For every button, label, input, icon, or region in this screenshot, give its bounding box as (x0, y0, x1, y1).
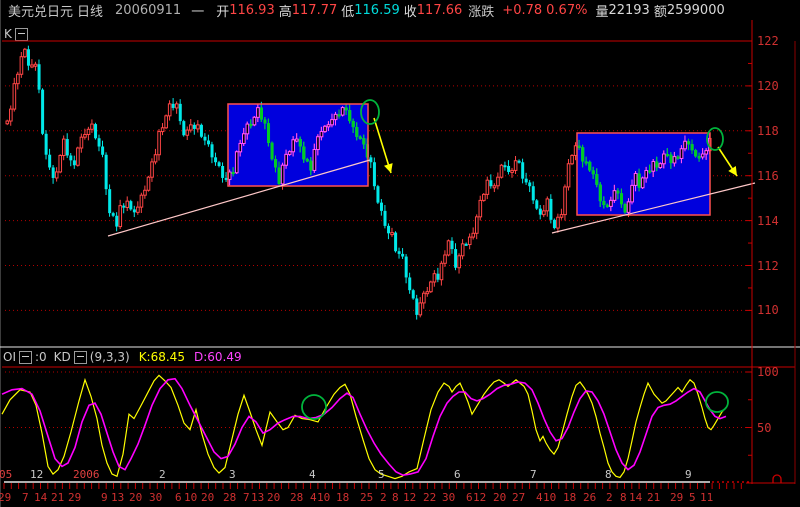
kd-params: (9,3,3) (89, 350, 130, 364)
month-label: 2006 (73, 468, 100, 481)
month-label: 6 (454, 468, 461, 481)
day-label: 30 (442, 491, 456, 504)
day-label: 20 (493, 491, 507, 504)
day-label: 10 (543, 491, 557, 504)
day-label: 29 (670, 491, 684, 504)
day-label: 14 (34, 491, 48, 504)
price-tick-label: 114 (757, 213, 779, 228)
day-label: 14 (629, 491, 643, 504)
day-label: 18 (563, 491, 577, 504)
trading-app-window: 美元兑日元 日线 20060911 一 开 116.93 高 117.77 低 … (0, 0, 800, 507)
day-label: 10 (184, 491, 198, 504)
day-label: 30 (149, 491, 163, 504)
day-label: 9 (101, 491, 108, 504)
month-label: 9 (685, 468, 692, 481)
month-label: 3 (229, 468, 236, 481)
minimize-kd-pane-icon[interactable] (73, 350, 87, 364)
price-tick-label: 116 (757, 168, 779, 183)
kd-indicator-name: KD (53, 350, 71, 364)
day-label: 7 (22, 491, 29, 504)
day-label: 20 (267, 491, 281, 504)
d-value: D:60.49 (193, 350, 242, 364)
day-label: 6 (466, 491, 473, 504)
day-label: 29 (68, 491, 82, 504)
price-tick-label: 118 (757, 123, 779, 138)
price-tick-label: 112 (757, 258, 779, 273)
day-label: 21 (51, 491, 65, 504)
day-label: 10 (317, 491, 331, 504)
oi-indicator-name: OI (3, 350, 16, 364)
day-label: 20 (129, 491, 143, 504)
month-label: 2 (159, 468, 166, 481)
day-label: 6 (175, 491, 182, 504)
day-label: 4 (310, 491, 317, 504)
day-label: 21 (647, 491, 661, 504)
kd-tick-label: 50 (757, 420, 772, 435)
kd-tick-label: 100 (757, 365, 779, 379)
month-label: 4 (309, 468, 316, 481)
month-label: 12 (30, 468, 44, 481)
day-label: 28 (290, 491, 304, 504)
oi-value: :0 (34, 350, 47, 364)
k-value: K:68.45 (138, 350, 185, 364)
price-tick-label: 110 (757, 303, 779, 318)
month-label: 05 (0, 468, 13, 481)
day-label: 20 (201, 491, 215, 504)
day-label: 8 (392, 491, 399, 504)
day-label: 13 (251, 491, 265, 504)
day-label: 28 (223, 491, 237, 504)
day-label: 11 (700, 491, 714, 504)
chart-canvas[interactable] (0, 0, 800, 507)
day-label: 5 (689, 491, 696, 504)
month-label: 5 (378, 468, 385, 481)
day-label: 2 (606, 491, 613, 504)
day-label: 12 (473, 491, 487, 504)
day-label: 8 (620, 491, 627, 504)
month-label: 8 (605, 468, 612, 481)
price-tick-label: 120 (757, 78, 779, 93)
day-label: 12 (403, 491, 417, 504)
day-label: 25 (360, 491, 374, 504)
month-label: 7 (530, 468, 537, 481)
day-label: 22 (423, 491, 437, 504)
minimize-oi-pane-icon[interactable] (18, 350, 32, 364)
indicator-pane-label: OI :0 KD (9,3,3) K:68.45 D:60.49 (3, 350, 242, 364)
day-label: 18 (336, 491, 350, 504)
day-label: 4 (536, 491, 543, 504)
day-label: 7 (243, 491, 250, 504)
day-label: 26 (583, 491, 597, 504)
day-label: 2 (380, 491, 387, 504)
day-label: 27 (512, 491, 526, 504)
day-label: 29 (0, 491, 12, 504)
day-label: 13 (111, 491, 125, 504)
price-tick-label: 122 (757, 34, 779, 48)
